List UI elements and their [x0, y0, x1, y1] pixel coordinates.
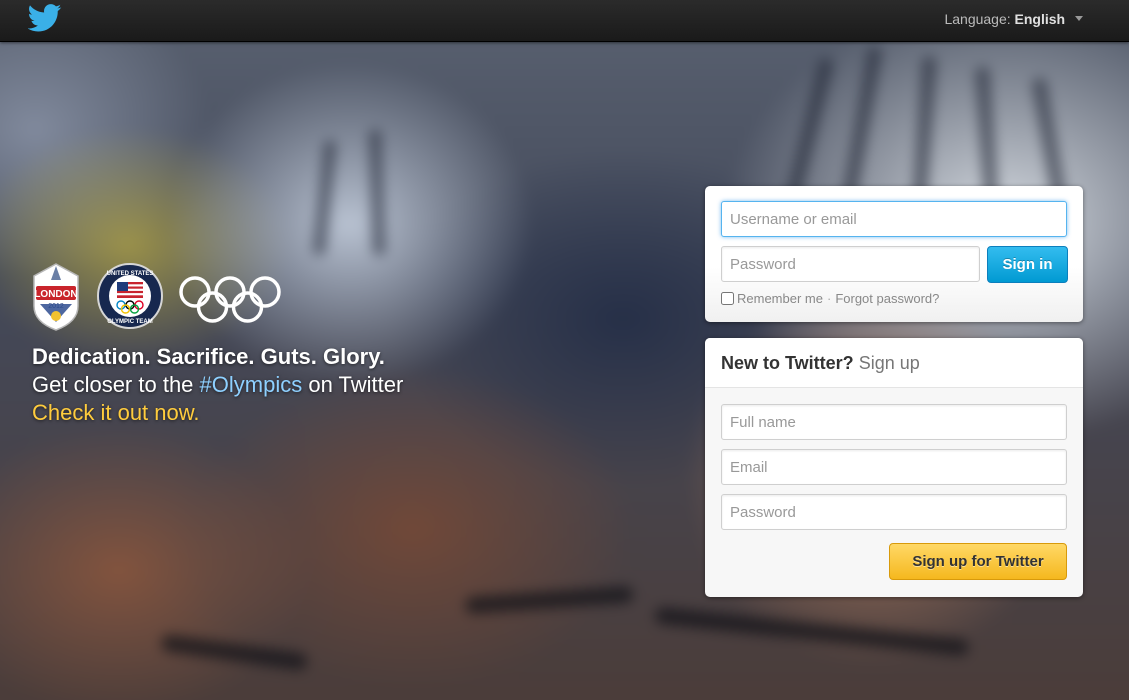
usoc-olympic-team-emblem[interactable]: UNITED STATES OLYMPIC TEAM	[96, 262, 164, 330]
username-input[interactable]	[721, 201, 1067, 237]
signin-button[interactable]: Sign in	[987, 246, 1068, 283]
signup-password-input[interactable]	[721, 494, 1067, 530]
chevron-down-icon	[1075, 15, 1083, 21]
remember-me-label[interactable]: Remember me	[737, 291, 823, 306]
language-label: Language:	[944, 11, 1011, 27]
remember-row: Remember me · Forgot password?	[721, 291, 939, 306]
signup-link[interactable]: Sign up	[859, 353, 920, 373]
full-name-input[interactable]	[721, 404, 1067, 440]
forgot-password-link[interactable]: Forgot password?	[835, 291, 939, 306]
promo-headline: Dedication. Sacrifice. Guts. Glory.	[32, 344, 385, 369]
promo-subline-suffix: on Twitter	[302, 372, 404, 397]
signup-button[interactable]: Sign up for Twitter	[889, 543, 1067, 580]
password-input[interactable]	[721, 246, 980, 282]
signup-panel: New to Twitter? Sign up Sign up for Twit…	[705, 338, 1083, 597]
check-it-out-link[interactable]: Check it out now.	[32, 399, 502, 427]
london-2012-emblem[interactable]: LONDON 2012	[30, 262, 82, 332]
london-text: LONDON	[34, 289, 77, 300]
signin-panel: Sign in Remember me·Forgot password?	[705, 186, 1083, 322]
signup-header: New to Twitter? Sign up	[705, 338, 1083, 388]
promo-subline-prefix: Get closer to the	[32, 372, 200, 397]
olympic-rings-emblem[interactable]	[178, 275, 282, 325]
separator-dot: ·	[826, 291, 832, 306]
twitter-bird-icon[interactable]	[28, 4, 62, 32]
language-selector[interactable]: Language: English	[944, 11, 1083, 27]
remember-me-checkbox[interactable]	[721, 292, 734, 305]
usoc-bottom-text: OLYMPIC TEAM	[107, 319, 152, 325]
olympics-hashtag-link[interactable]: #Olympics	[200, 372, 303, 397]
top-bar: Language: English	[0, 0, 1129, 42]
promo-subline: Get closer to the #Olympics on Twitter	[32, 371, 502, 399]
olympics-promo: Dedication. Sacrifice. Guts. Glory. Get …	[32, 343, 502, 427]
signup-title-text: New to Twitter?	[721, 353, 854, 373]
language-value: English	[1014, 11, 1066, 27]
usoc-top-text: UNITED STATES	[107, 271, 154, 277]
email-input[interactable]	[721, 449, 1067, 485]
signup-title: New to Twitter? Sign up	[721, 353, 920, 374]
